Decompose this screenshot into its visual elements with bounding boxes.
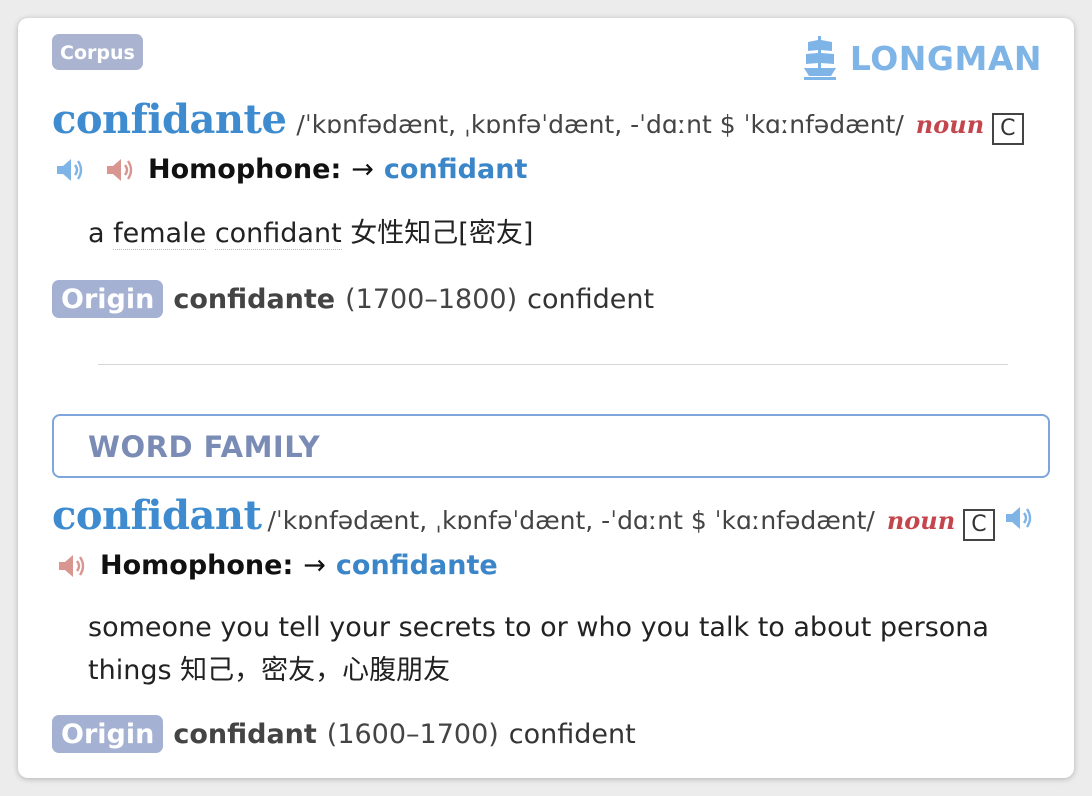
origin-line: Origin confidante (1700–1800) confident [52, 280, 654, 318]
homophone-line: Homophone: → confidante [56, 550, 498, 581]
divider [98, 364, 1008, 365]
word-family-title: WORD FAMILY [88, 430, 321, 464]
homophone-label: Homophone: [148, 154, 342, 185]
entry-confidant-header: confidant /ˈkɒnfədænt, ˌkɒnfəˈdænt, -ˈdɑ… [52, 492, 1035, 541]
ship-logo-icon [803, 36, 836, 80]
origin-line: Origin confidant (1600–1700) confident [52, 715, 636, 753]
origin-badge: Origin [52, 715, 164, 753]
speaker-us-icon[interactable] [56, 551, 88, 581]
arrow: → [351, 154, 374, 185]
definition: someone you tell your secrets to or who … [88, 606, 989, 692]
longman-logo: LONGMAN [803, 36, 1042, 80]
origin-date: (1700–1800) [345, 283, 518, 315]
definition-translation: 知己，密友，心腹朋友 [180, 655, 451, 686]
def-word[interactable]: female [113, 218, 207, 250]
grammar-code: C [963, 509, 995, 541]
def-word: things [88, 655, 172, 686]
arrow: → [303, 550, 326, 581]
corpus-button[interactable]: Corpus [52, 34, 143, 70]
def-word[interactable]: confidant [214, 218, 342, 250]
entry-confidante-header: confidante /ˈkɒnfədænt, ˌkɒnfəˈdænt, -ˈd… [52, 96, 1024, 145]
definition-line: things 知己，密友，心腹朋友 [88, 649, 989, 692]
homophone-line: Homophone: → confidant [54, 154, 527, 185]
logo-text: LONGMAN [849, 38, 1042, 78]
origin-badge: Origin [52, 280, 164, 318]
origin-date: (1600–1700) [326, 718, 499, 750]
origin-word: confidant [173, 718, 317, 750]
origin-source: confident [508, 718, 636, 750]
homophone-link[interactable]: confidant [384, 154, 527, 185]
part-of-speech: noun [915, 110, 985, 139]
definition: a female confidant 女性知己[密友] [88, 212, 533, 255]
origin-source: confident [527, 283, 655, 315]
origin-word: confidante [173, 283, 336, 315]
grammar-code: C [992, 113, 1024, 145]
word-family-box: WORD FAMILY [52, 414, 1050, 478]
pronunciation: /ˈkɒnfədænt, ˌkɒnfəˈdænt, -ˈdɑːnt $ ˈkɑː… [296, 110, 904, 139]
definition-line: someone you tell your secrets to or who … [88, 612, 989, 643]
headword: confidant [52, 492, 262, 539]
speaker-us-icon[interactable] [104, 155, 136, 185]
headword: confidante [52, 96, 287, 143]
pronunciation: /ˈkɒnfədænt, ˌkɒnfəˈdænt, -ˈdɑːnt $ ˈkɑː… [267, 506, 875, 535]
speaker-uk-icon[interactable] [54, 155, 86, 185]
speaker-uk-icon[interactable] [1003, 503, 1035, 533]
dictionary-card: Corpus LONGMAN confidante /ˈkɒnfədænt, ˌ… [18, 18, 1074, 778]
def-word: a [88, 218, 105, 249]
definition-translation: 女性知己[密友] [350, 218, 534, 249]
homophone-label: Homophone: [100, 550, 294, 581]
part-of-speech: noun [886, 506, 956, 535]
homophone-link[interactable]: confidante [336, 550, 498, 581]
